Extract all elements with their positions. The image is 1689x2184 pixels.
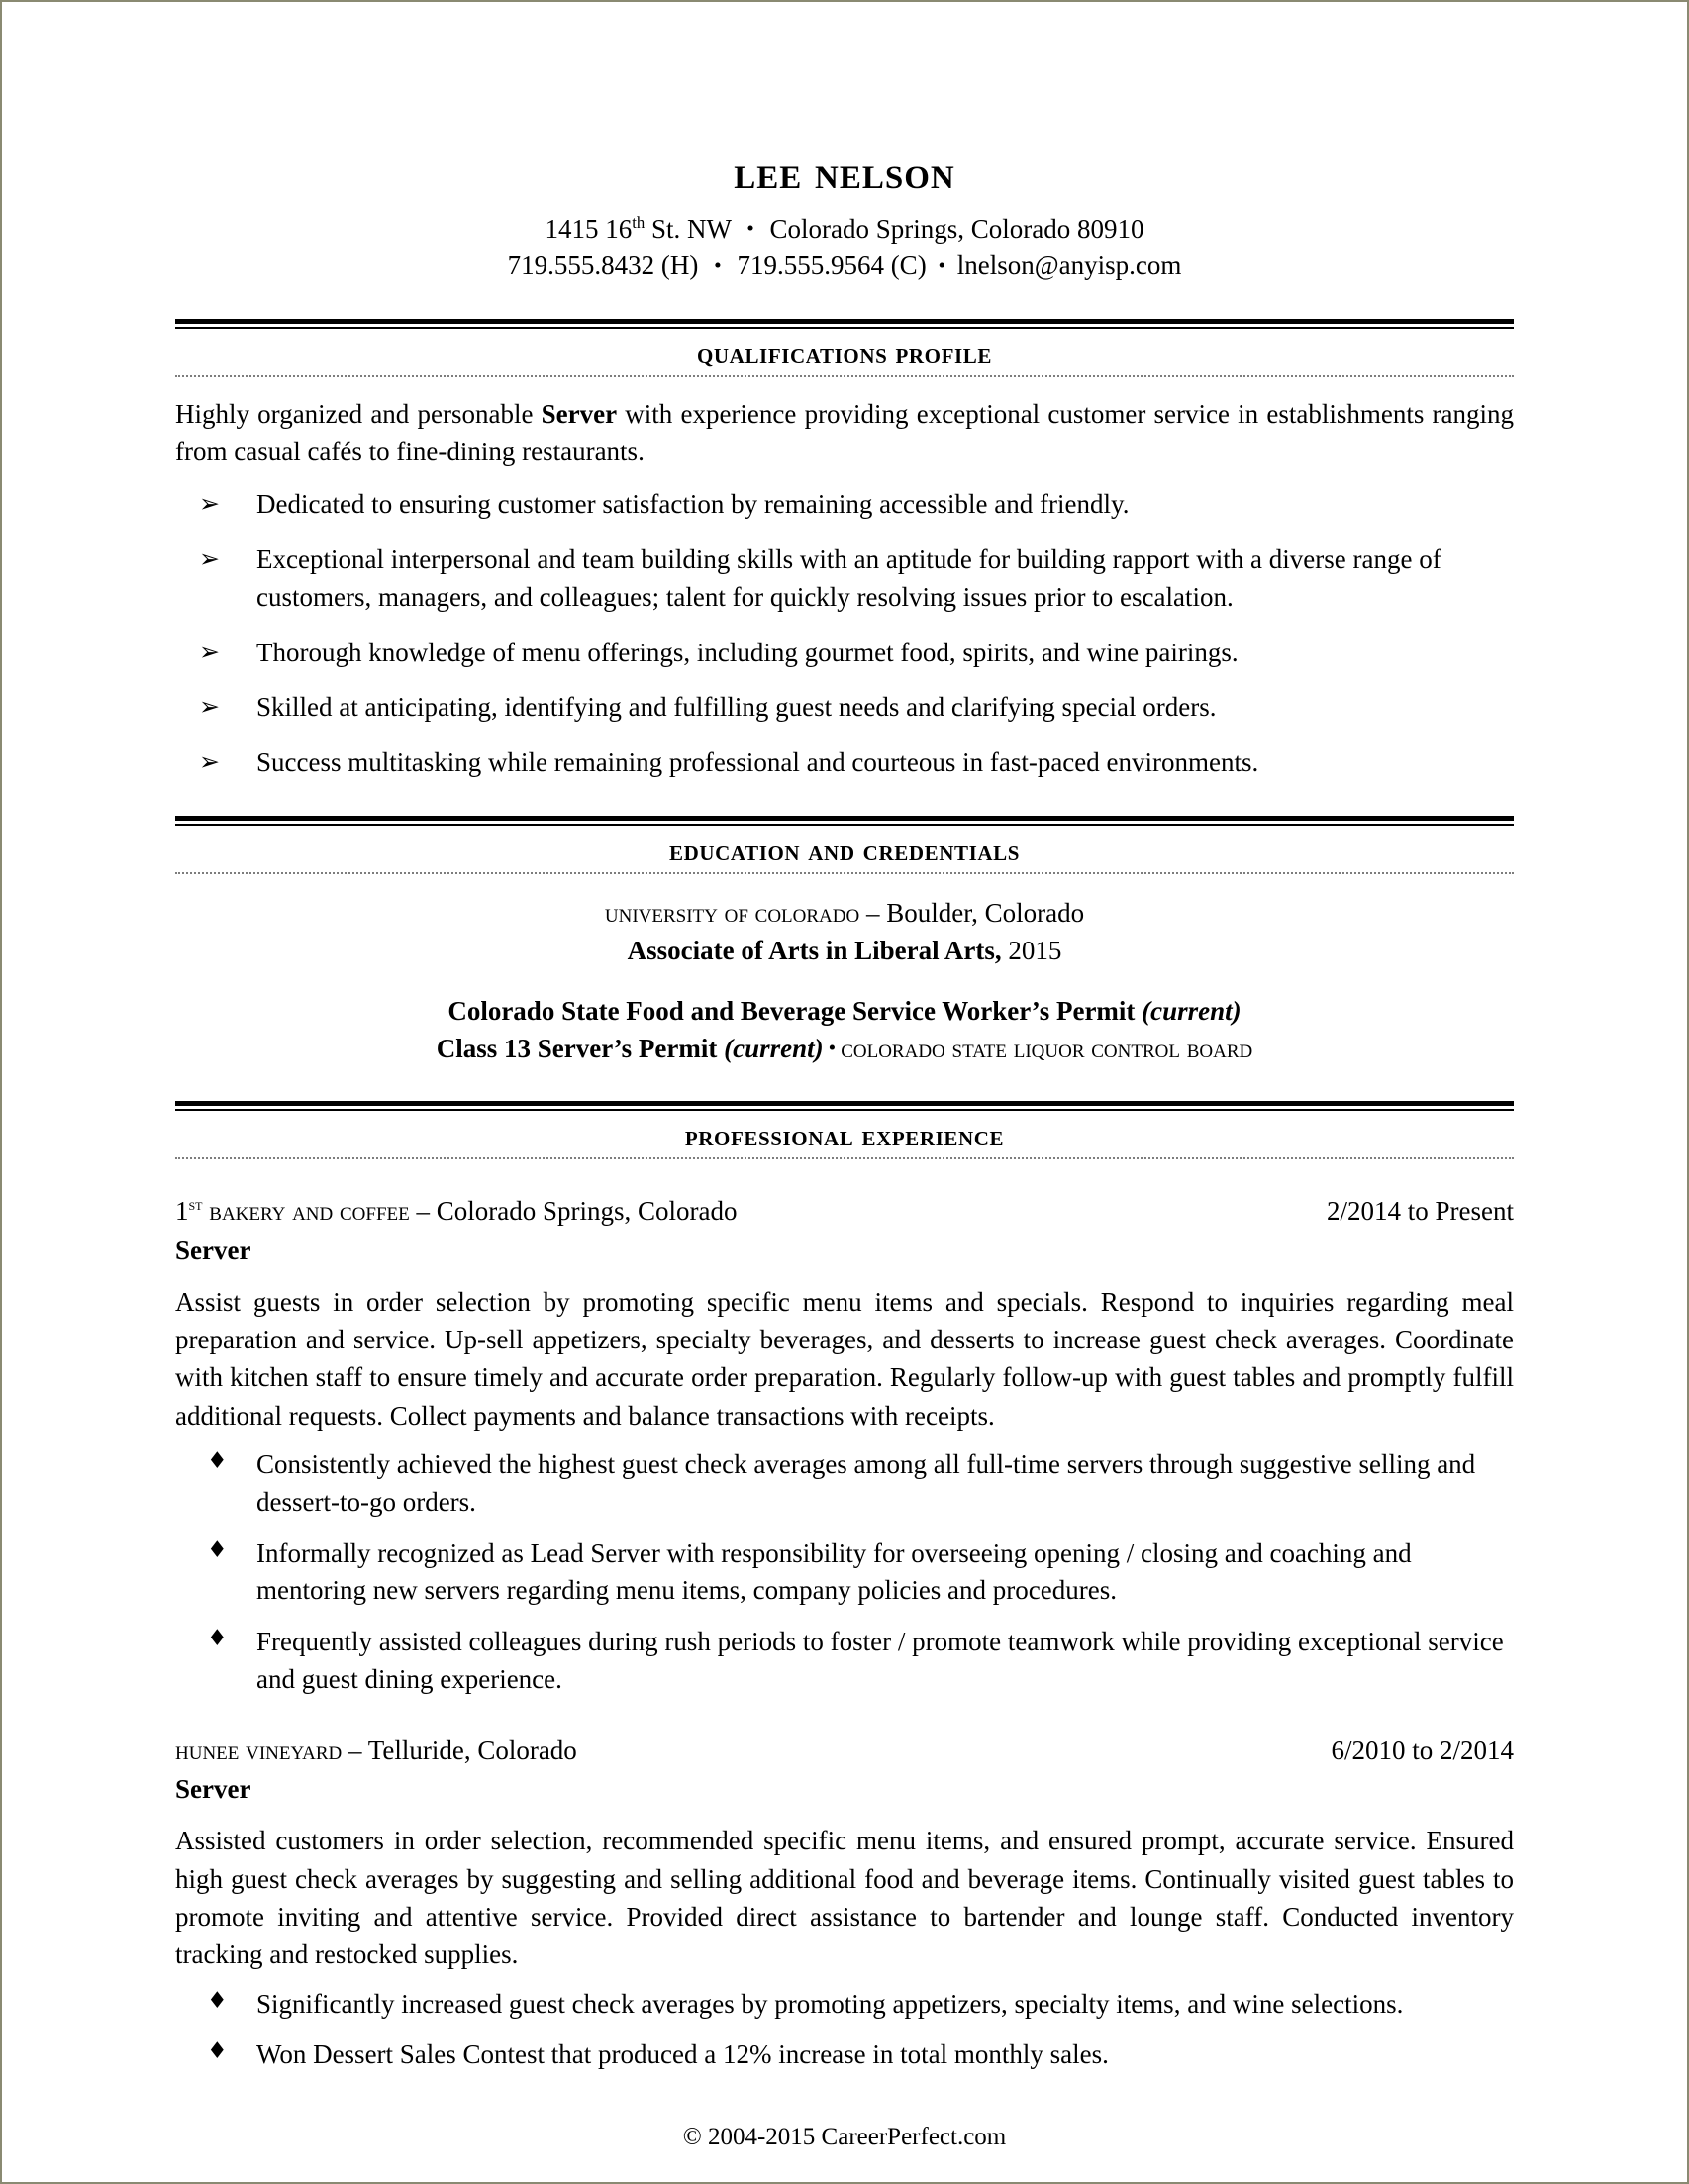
job-org-ordinal: st [188, 1195, 203, 1215]
education-school-location: – Boulder, Colorado [859, 897, 1085, 928]
list-item: Frequently assisted colleagues during ru… [175, 1623, 1514, 1699]
credential-2-board: Colorado State Liquor Control Board [841, 1033, 1253, 1063]
section-rule-double [175, 318, 1514, 329]
job-org-location: – Telluride, Colorado [342, 1735, 577, 1765]
job-organization: 1st Bakery and Coffee – Colorado Springs… [175, 1193, 738, 1230]
address-street-number: 1415 16 [545, 214, 633, 244]
section-rule-double [175, 815, 1514, 826]
list-item: Informally recognized as Lead Server wit… [175, 1535, 1514, 1611]
list-item: Skilled at anticipating, identifying and… [175, 689, 1514, 727]
job-org-name: Bakery and Coffee [202, 1196, 410, 1227]
credential-1-status: (current) [1142, 995, 1242, 1026]
job-org-name: Hunee Vineyard [175, 1735, 343, 1765]
section-rule-dotted [175, 871, 1514, 874]
credential-2-name: Class 13 Server’s Permit [436, 1033, 718, 1063]
section-education-credentials: Education and Credentials University of … [175, 815, 1514, 1067]
resume-page: Lee Nelson 1415 16th St. NW • Colorado S… [0, 0, 1689, 2184]
credential-line-2: Class 13 Server’s Permit (current) • Color… [175, 1030, 1514, 1067]
qualifications-summary: Highly organized and personable Server w… [175, 395, 1514, 471]
education-degree-year: 2015 [1001, 936, 1062, 966]
job-summary: Assist guests in order selection by prom… [175, 1286, 1514, 1431]
copyright-notice: © 2004-2015 CareerPerfect.com [682, 2124, 1007, 2151]
job-summary: Assisted customers in order selection, r… [175, 1826, 1514, 1970]
address-street-ordinal: th [632, 213, 646, 232]
list-item: Dedicated to ensuring customer satisfact… [175, 486, 1514, 524]
list-item: Thorough knowledge of menu offerings, in… [175, 635, 1514, 672]
job-header-row: 1st Bakery and Coffee – Colorado Springs… [175, 1193, 1514, 1230]
list-item: Significantly increased guest check aver… [175, 1985, 1514, 2024]
job-title: Server [175, 1774, 251, 1805]
section-heading-qualifications: Qualifications Profile [696, 337, 993, 370]
qualifications-bullet-list: Dedicated to ensuring customer satisfact… [175, 486, 1514, 782]
summary-role-bold: Server [541, 398, 618, 429]
job-achievement-list: Consistently achieved the highest guest … [175, 1445, 1514, 1699]
bullet-separator-icon: • [746, 216, 754, 241]
bullet-separator-icon: • [828, 1036, 837, 1060]
phone-home: 719.555.8432 (H) [507, 250, 699, 281]
summary-text-lead: Highly organized and personable [175, 398, 542, 429]
job-date-range: 6/2010 to 2/2014 [1331, 1735, 1514, 1765]
list-item: Success multitasking while remaining pro… [175, 745, 1514, 782]
list-item: Won Dessert Sales Contest that produced … [175, 2035, 1514, 2074]
list-item: Consistently achieved the highest guest … [175, 1445, 1514, 1522]
section-qualifications-profile: Qualifications Profile Highly organized … [175, 318, 1514, 782]
email-address[interactable]: lnelson@anyisp.com [957, 250, 1182, 280]
section-rule-double [175, 1101, 1514, 1112]
credential-1-name: Colorado State Food and Beverage Service… [447, 995, 1136, 1026]
bullet-separator-icon: • [714, 252, 722, 277]
section-rule-dotted [175, 1157, 1514, 1160]
job-organization: Hunee Vineyard – Telluride, Colorado [175, 1733, 577, 1769]
credential-2-status: (current) [724, 1033, 824, 1063]
job-org-location: – Colorado Springs, Colorado [409, 1196, 738, 1227]
resume-header: Lee Nelson 1415 16th St. NW • Colorado S… [175, 150, 1514, 285]
list-item: Exceptional interpersonal and team build… [175, 542, 1514, 617]
education-school-name: University of Colorado [604, 897, 860, 928]
candidate-name: Lee Nelson [734, 148, 955, 199]
contact-phone-email-line: 719.555.8432 (H) • 719.555.9564 (C) • ln… [175, 248, 1514, 284]
job-date-range: 2/2014 to Present [1327, 1196, 1514, 1227]
bullet-separator-icon: • [938, 252, 945, 277]
section-professional-experience: Professional Experience 1st Bakery and C… [175, 1101, 1514, 2074]
job-achievement-list: Significantly increased guest check aver… [175, 1985, 1514, 2075]
job-header-row: Hunee Vineyard – Telluride, Colorado 6/2… [175, 1733, 1514, 1769]
credential-line-1: Colorado State Food and Beverage Service… [175, 992, 1514, 1030]
address-street-rest: St. NW [645, 214, 732, 244]
contact-address-line: 1415 16th St. NW • Colorado Springs, Col… [175, 211, 1514, 248]
education-spacer [175, 970, 1514, 992]
resume-sheet: Lee Nelson 1415 16th St. NW • Colorado S… [2, 2, 1687, 2182]
section-rule-dotted [175, 374, 1514, 377]
phone-cell: 719.555.9564 (C) [737, 250, 927, 281]
education-school-line: University of Colorado – Boulder, Colora… [175, 894, 1514, 932]
job-org-lead: 1 [175, 1196, 189, 1227]
education-degree: Associate of Arts in Liberal Arts, [627, 936, 1002, 966]
section-heading-education: Education and Credentials [669, 834, 1020, 867]
experience-entry: 1st Bakery and Coffee – Colorado Springs… [175, 1193, 1514, 1699]
section-heading-experience: Professional Experience [684, 1120, 1005, 1153]
education-degree-line: Associate of Arts in Liberal Arts, 2015 [175, 932, 1514, 969]
education-entries: University of Colorado – Boulder, Colora… [175, 894, 1514, 1067]
address-city-state-zip: Colorado Springs, Colorado 80910 [769, 214, 1144, 244]
job-title: Server [175, 1235, 251, 1265]
page-footer: © 2004-2015 CareerPerfect.com [175, 2120, 1514, 2154]
experience-entry: Hunee Vineyard – Telluride, Colorado 6/2… [175, 1733, 1514, 2074]
